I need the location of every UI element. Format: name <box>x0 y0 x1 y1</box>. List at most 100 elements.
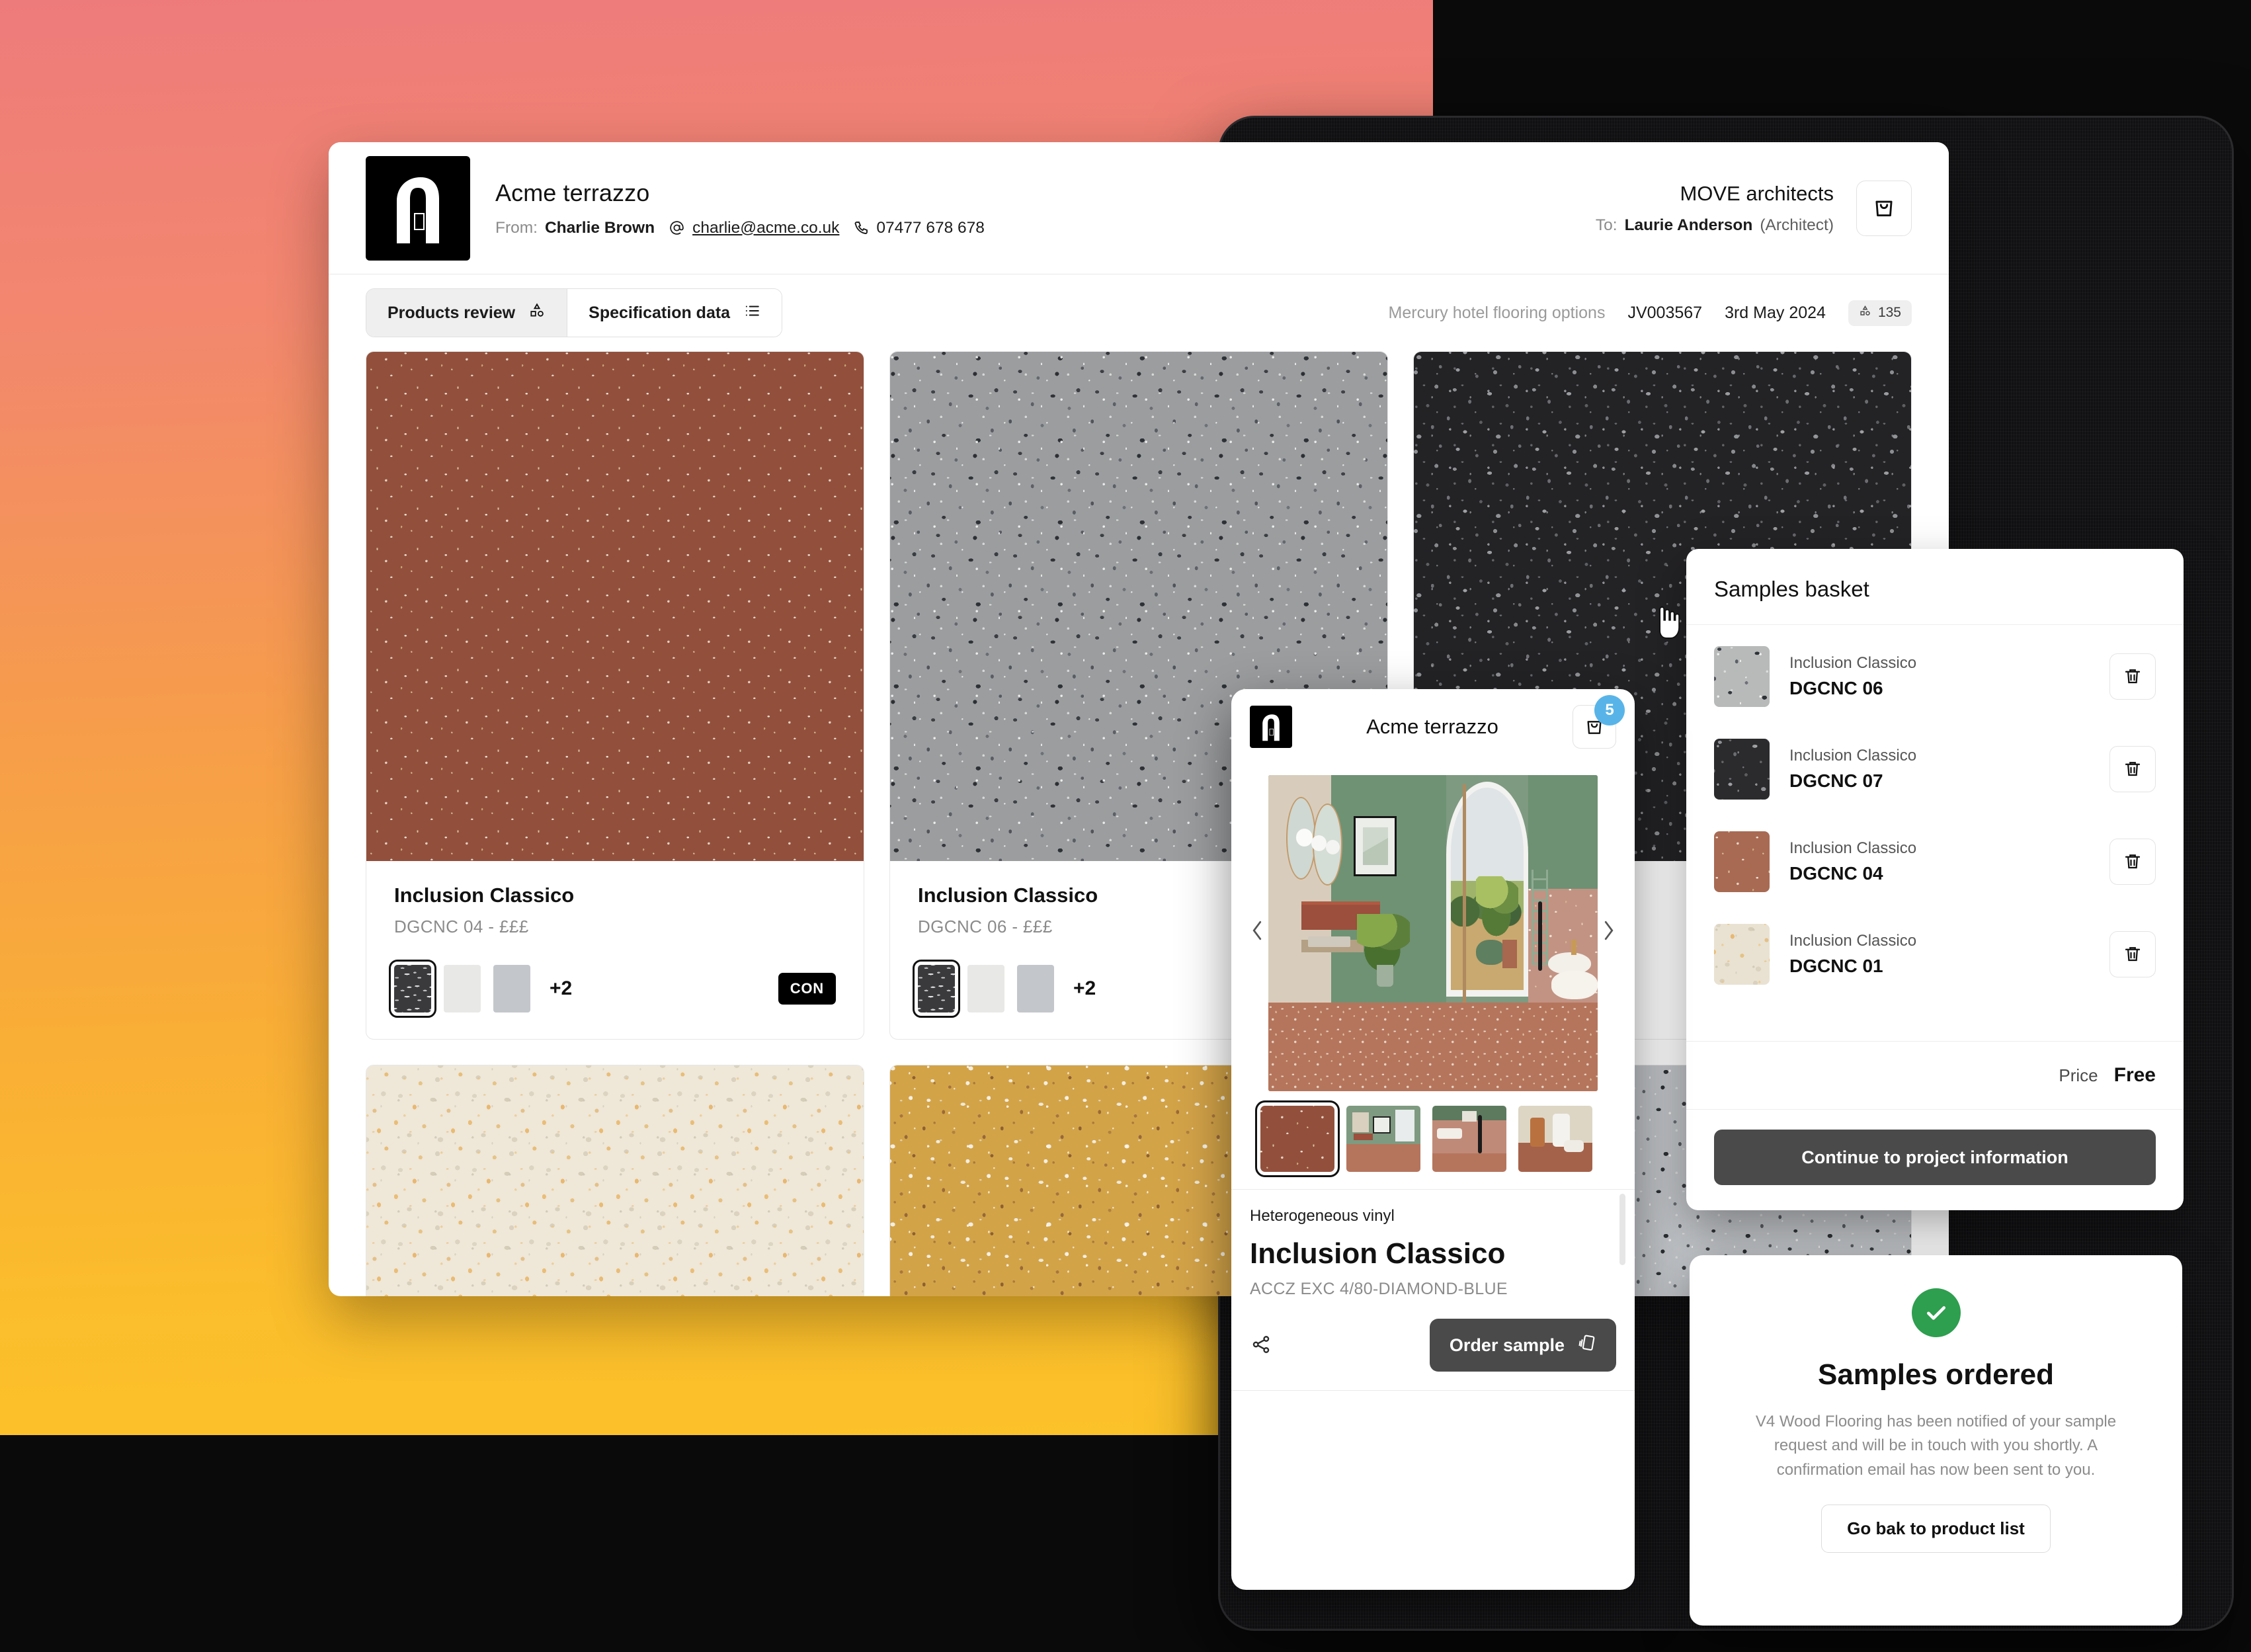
recipient-block: MOVE architects To: Laurie Anderson (Arc… <box>1596 182 1834 235</box>
sender-details: From: Charlie Brown charlie@acme.co.uk 0… <box>495 219 1596 237</box>
mobile-product-sku: ACCZ EXC 4/80-DIAMOND-BLUE <box>1250 1280 1508 1298</box>
product-price-tier: £££ <box>1023 917 1053 936</box>
variant-swatch[interactable] <box>493 965 530 1012</box>
samples-ordered-dialog: Samples ordered V4 Wood Flooring has bee… <box>1690 1255 2182 1626</box>
variant-swatch[interactable] <box>1017 965 1054 1012</box>
samples-icon <box>1576 1333 1596 1358</box>
carousel-thumbnails <box>1231 1091 1635 1177</box>
basket-item-brand: Inclusion Classico <box>1789 747 1917 764</box>
mobile-product-name: Inclusion Classico <box>1250 1237 1506 1270</box>
trash-icon <box>2123 666 2143 688</box>
delete-item-button[interactable] <box>2109 746 2156 792</box>
delete-item-button[interactable] <box>2109 653 2156 700</box>
mobile-basket-button[interactable]: 5 <box>1573 695 1625 749</box>
project-reference: JV003567 <box>1627 303 1703 322</box>
confirmation-title: Samples ordered <box>1817 1358 2055 1391</box>
confirmation-message: V4 Wood Flooring has been notified of yo… <box>1755 1413 2117 1479</box>
product-name: Inclusion Classico <box>394 884 575 907</box>
basket-button[interactable] <box>1856 180 1912 236</box>
terrazzo-swatch-thumb[interactable] <box>1255 1100 1340 1177</box>
mobile-product-info: Heterogeneous vinyl Inclusion Classico A… <box>1231 1190 1635 1299</box>
shapes-icon <box>528 302 546 324</box>
mobile-product-detail-panel: Acme terrazzo 5 Heterogeneous vinyl Incl… <box>1231 689 1635 1590</box>
variant-swatch[interactable] <box>913 960 960 1018</box>
delete-item-button[interactable] <box>2109 931 2156 977</box>
from-label: From: <box>495 218 538 237</box>
to-label: To: <box>1595 216 1617 234</box>
variant-swatch[interactable] <box>967 965 1004 1012</box>
product-card[interactable]: Inclusion Classico DGCNC 01 <box>366 1065 864 1296</box>
mobile-title: Acme terrazzo <box>1366 715 1498 738</box>
scrollbar-thumb[interactable] <box>1619 1194 1625 1265</box>
list-item[interactable]: Inclusion Classico DGCNC 04 <box>1714 815 2156 908</box>
carousel-main-image[interactable] <box>1268 775 1598 1091</box>
bathroom-shower-thumb[interactable] <box>1432 1106 1506 1172</box>
share-icon <box>1250 1335 1272 1358</box>
product-code: DGCNC 04 - £££ <box>394 917 836 937</box>
list-item[interactable]: Inclusion Classico DGCNC 07 <box>1714 723 2156 815</box>
basket-footer: Continue to project information <box>1686 1109 2184 1210</box>
check-circle-icon <box>1911 1288 1961 1337</box>
project-date: 3rd May 2024 <box>1725 303 1826 322</box>
go-back-to-product-list-button[interactable]: Go bak to product list <box>1821 1505 2051 1553</box>
basket-item-swatch <box>1714 924 1770 985</box>
project-name: Mercury hotel flooring options <box>1388 303 1606 322</box>
bathroom-green-thumb[interactable] <box>1346 1106 1420 1172</box>
at-icon <box>669 220 685 236</box>
order-sample-button[interactable]: Order sample <box>1429 1319 1616 1372</box>
recipient-name: Laurie Anderson <box>1624 216 1753 234</box>
product-card[interactable]: Inclusion Classico DGCNC 04 - £££ +2 CON <box>366 351 864 1040</box>
shapes-icon <box>1859 305 1871 321</box>
variant-overflow-count[interactable]: +2 <box>1073 977 1096 1000</box>
acme-monogram-logo <box>1250 706 1292 748</box>
company-title: Acme terrazzo <box>495 179 650 206</box>
chevron-left-icon[interactable] <box>1246 920 1268 947</box>
trash-icon <box>2123 944 2143 966</box>
basket-item-brand: Inclusion Classico <box>1789 654 1917 672</box>
chevron-right-icon[interactable] <box>1598 920 1620 947</box>
product-count-chip: 135 <box>1848 300 1912 326</box>
tab-specification-data-label: Specification data <box>589 303 731 322</box>
product-code-value: DGCNC 04 <box>394 917 483 936</box>
delete-item-button[interactable] <box>2109 839 2156 885</box>
sender-block: Acme terrazzo From: Charlie Brown charli… <box>495 179 1596 237</box>
list-item[interactable]: Inclusion Classico DGCNC 01 <box>1714 908 2156 1001</box>
basket-title: Samples basket <box>1714 577 1869 601</box>
project-meta: Mercury hotel flooring options JV003567 … <box>1389 300 1912 326</box>
basket-item-swatch <box>1714 739 1770 800</box>
trash-icon <box>2123 759 2143 780</box>
list-item[interactable]: Inclusion Classico DGCNC 06 <box>1714 630 2156 723</box>
tab-products-review[interactable]: Products review <box>366 289 567 337</box>
product-swatch-image <box>366 1065 864 1296</box>
product-category: Heterogeneous vinyl <box>1250 1207 1395 1225</box>
product-swatch-image <box>366 352 864 861</box>
mobile-actions: Order sample <box>1231 1319 1635 1372</box>
sender-email-link[interactable]: charlie@acme.co.uk <box>692 219 839 237</box>
trash-icon <box>2123 851 2143 873</box>
basket-price-row: Price Free <box>1686 1041 2184 1109</box>
sender-phone: 07477 678 678 <box>876 218 985 237</box>
sender-name: Charlie Brown <box>544 218 655 237</box>
tab-group: Products review Specification data <box>366 288 783 337</box>
variant-overflow-count[interactable]: +2 <box>550 977 572 1000</box>
tab-specification-data[interactable]: Specification data <box>567 289 782 337</box>
basket-item-code: DGCNC 01 <box>1789 956 1883 976</box>
basket-item-code: DGCNC 04 <box>1789 863 1883 884</box>
order-sample-label: Order sample <box>1449 1335 1565 1355</box>
bottles-still-life-thumb[interactable] <box>1518 1106 1592 1172</box>
product-count-value: 135 <box>1877 305 1901 320</box>
basket-item-swatch <box>1714 831 1770 892</box>
app-header: Acme terrazzo From: Charlie Brown charli… <box>329 142 1949 274</box>
product-code-value: DGCNC 06 <box>918 917 1007 936</box>
divider <box>1231 1390 1635 1391</box>
price-value: Free <box>2113 1064 2156 1086</box>
variant-swatch[interactable] <box>444 965 481 1012</box>
variant-swatch[interactable] <box>389 960 436 1018</box>
image-carousel <box>1231 764 1635 1091</box>
product-code-separator: - <box>1012 917 1018 936</box>
recipient-role: (Architect) <box>1760 216 1834 234</box>
recipient-details: To: Laurie Anderson (Architect) <box>1596 216 1834 235</box>
continue-to-project-information-button[interactable]: Continue to project information <box>1714 1130 2156 1185</box>
share-button[interactable] <box>1250 1333 1272 1358</box>
basket-item-code: DGCNC 06 <box>1789 678 1883 698</box>
